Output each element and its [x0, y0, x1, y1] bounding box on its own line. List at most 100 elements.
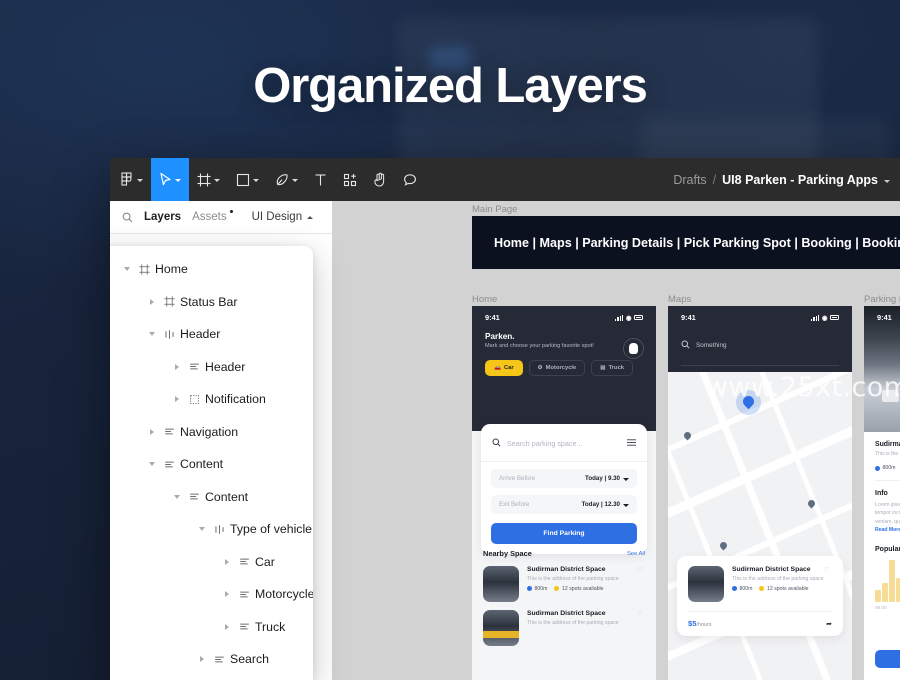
favorite-icon[interactable]: ♡	[637, 610, 643, 618]
search-icon[interactable]	[122, 212, 133, 223]
chevron-down-icon[interactable]	[170, 495, 183, 499]
popular-times-header: Popular Times Saturday	[875, 546, 900, 553]
chip-car-label: Car	[504, 365, 514, 371]
filter-icon[interactable]	[627, 434, 636, 452]
breadcrumb-file-name[interactable]: UI8 Parken - Parking Apps	[722, 173, 878, 187]
layer-row[interactable]: Car	[110, 546, 313, 579]
layer-label: Truck	[255, 620, 285, 634]
exit-before-field[interactable]: Exit Before Today | 12.30	[491, 495, 637, 514]
hand-tool-button[interactable]	[365, 158, 395, 201]
shape-tool-button[interactable]	[228, 158, 267, 201]
dotted-group-icon	[183, 394, 205, 405]
chevron-down-icon[interactable]	[145, 462, 158, 466]
list-item[interactable]: Sudirman District Space This is the addr…	[677, 556, 843, 602]
chart-bar	[896, 578, 900, 602]
disclosure-triangle	[225, 624, 229, 630]
frame-label-main-page[interactable]: Main Page	[472, 204, 517, 215]
main-page-nav-banner[interactable]: Home | Maps | Parking Details | Pick Par…	[472, 216, 900, 269]
disclosure-triangle	[174, 495, 180, 499]
layer-row[interactable]: Home	[110, 253, 313, 286]
chip-car[interactable]: 🚗 Car	[485, 360, 523, 376]
cursor-arrow-icon	[159, 172, 172, 187]
frame-label-maps[interactable]: Maps	[668, 294, 691, 305]
place-distance: 800m	[732, 586, 752, 592]
layer-row[interactable]: Type of vehicle	[110, 513, 313, 546]
list-item[interactable]: Sudirman District Space This is the addr…	[472, 602, 656, 646]
layer-row[interactable]: Status Bar	[110, 286, 313, 319]
chevron-down-icon[interactable]	[145, 332, 158, 336]
group-icon	[183, 361, 205, 372]
chevron-right-icon[interactable]	[195, 656, 208, 662]
chevron-down-icon[interactable]	[120, 267, 133, 271]
layer-row[interactable]: Header	[110, 351, 313, 384]
tab-layers[interactable]: Layers	[144, 211, 181, 223]
chart-axis-labels: 08.0009.0010.0011.0012	[875, 605, 900, 610]
layer-row[interactable]: Content	[110, 481, 313, 514]
chevron-right-icon[interactable]	[145, 429, 158, 435]
layer-row[interactable]: Notification	[110, 383, 313, 416]
book-now-button[interactable]	[875, 650, 900, 668]
move-tool-button[interactable]	[151, 158, 189, 201]
chip-motorcycle[interactable]: ⚙ Motorcycle	[529, 360, 586, 376]
maps-place-card[interactable]: Sudirman District Space This is the addr…	[677, 556, 843, 636]
layer-row[interactable]: Search	[110, 643, 313, 676]
list-item[interactable]: Sudirman District Space This is the addr…	[472, 558, 656, 602]
favorite-icon[interactable]: ♡	[637, 566, 643, 574]
chevron-right-icon[interactable]	[220, 624, 233, 630]
distance-text: 800m	[883, 465, 896, 471]
layer-label: Car	[255, 555, 275, 569]
read-more-link[interactable]: Read More	[875, 527, 900, 533]
distance-text: 800m	[740, 586, 753, 592]
truck-icon: ▤	[600, 365, 605, 371]
chevron-right-icon[interactable]	[145, 299, 158, 305]
tab-assets[interactable]: Assets	[192, 211, 227, 223]
page-selector[interactable]: UI Design	[252, 211, 314, 223]
avatar[interactable]	[623, 338, 644, 359]
layer-row[interactable]: Content	[110, 448, 313, 481]
text-tool-button[interactable]	[306, 158, 335, 201]
search-input[interactable]: Search parking space...	[481, 424, 647, 462]
layer-tree: HomeStatus BarHeaderHeaderNotificationNa…	[110, 253, 313, 676]
layers-panel[interactable]: HomeStatus BarHeaderHeaderNotificationNa…	[110, 246, 313, 680]
group-icon	[233, 621, 255, 632]
layer-row[interactable]: Navigation	[110, 416, 313, 449]
chevron-down-icon	[623, 478, 629, 481]
layer-row[interactable]: Motorcycle	[110, 578, 313, 611]
chevron-up-icon	[307, 216, 313, 219]
battery-icon	[830, 315, 839, 320]
arrive-before-field[interactable]: Arrive Before Today | 9.30	[491, 469, 637, 488]
artboard-parking-details[interactable]: 9:41 ◉ Sudirman Distr	[864, 306, 900, 680]
find-parking-button[interactable]: Find Parking	[491, 523, 637, 544]
artboard-home[interactable]: 9:41 ◉ Parken. Mark and choose your park…	[472, 306, 656, 680]
layer-row[interactable]: Header	[110, 318, 313, 351]
frame-label-parking-details[interactable]: Parking Details	[864, 294, 900, 305]
map-pin[interactable]	[719, 541, 729, 551]
layer-label: Search	[230, 652, 269, 666]
frame-label-home[interactable]: Home	[472, 294, 497, 305]
pen-tool-button[interactable]	[267, 158, 306, 201]
figma-canvas[interactable]: Main Page Home | Maps | Parking Details …	[332, 201, 900, 680]
chevron-right-icon[interactable]	[220, 559, 233, 565]
popular-times-title: Popular Times	[875, 546, 900, 553]
chevron-down-icon	[623, 504, 629, 507]
wifi-icon: ◉	[822, 314, 828, 322]
divider	[875, 480, 900, 481]
search-card[interactable]: Search parking space... Arrive Before To…	[481, 424, 647, 554]
chevron-right-icon[interactable]	[170, 396, 183, 402]
chevron-right-icon[interactable]	[220, 591, 233, 597]
breadcrumb-drafts[interactable]: Drafts	[673, 173, 706, 187]
chevron-right-icon[interactable]	[170, 364, 183, 370]
components-tool-button[interactable]	[335, 158, 365, 201]
chevron-down-icon[interactable]	[195, 527, 208, 531]
layer-row[interactable]: Truck	[110, 611, 313, 644]
chevron-down-icon[interactable]	[884, 180, 890, 183]
artboard-maps[interactable]: 9:41 ◉ Something	[668, 306, 852, 680]
comment-tool-button[interactable]	[395, 158, 425, 201]
see-all-link[interactable]: See All	[627, 551, 645, 557]
maps-search-input[interactable]: Something	[668, 324, 852, 354]
chip-truck[interactable]: ▤ Truck	[591, 360, 633, 376]
frame-tool-button[interactable]	[189, 158, 228, 201]
navigate-icon[interactable]: ➦	[826, 620, 832, 628]
figma-menu-button[interactable]	[110, 158, 151, 201]
favorite-icon[interactable]: ♡	[824, 566, 830, 574]
